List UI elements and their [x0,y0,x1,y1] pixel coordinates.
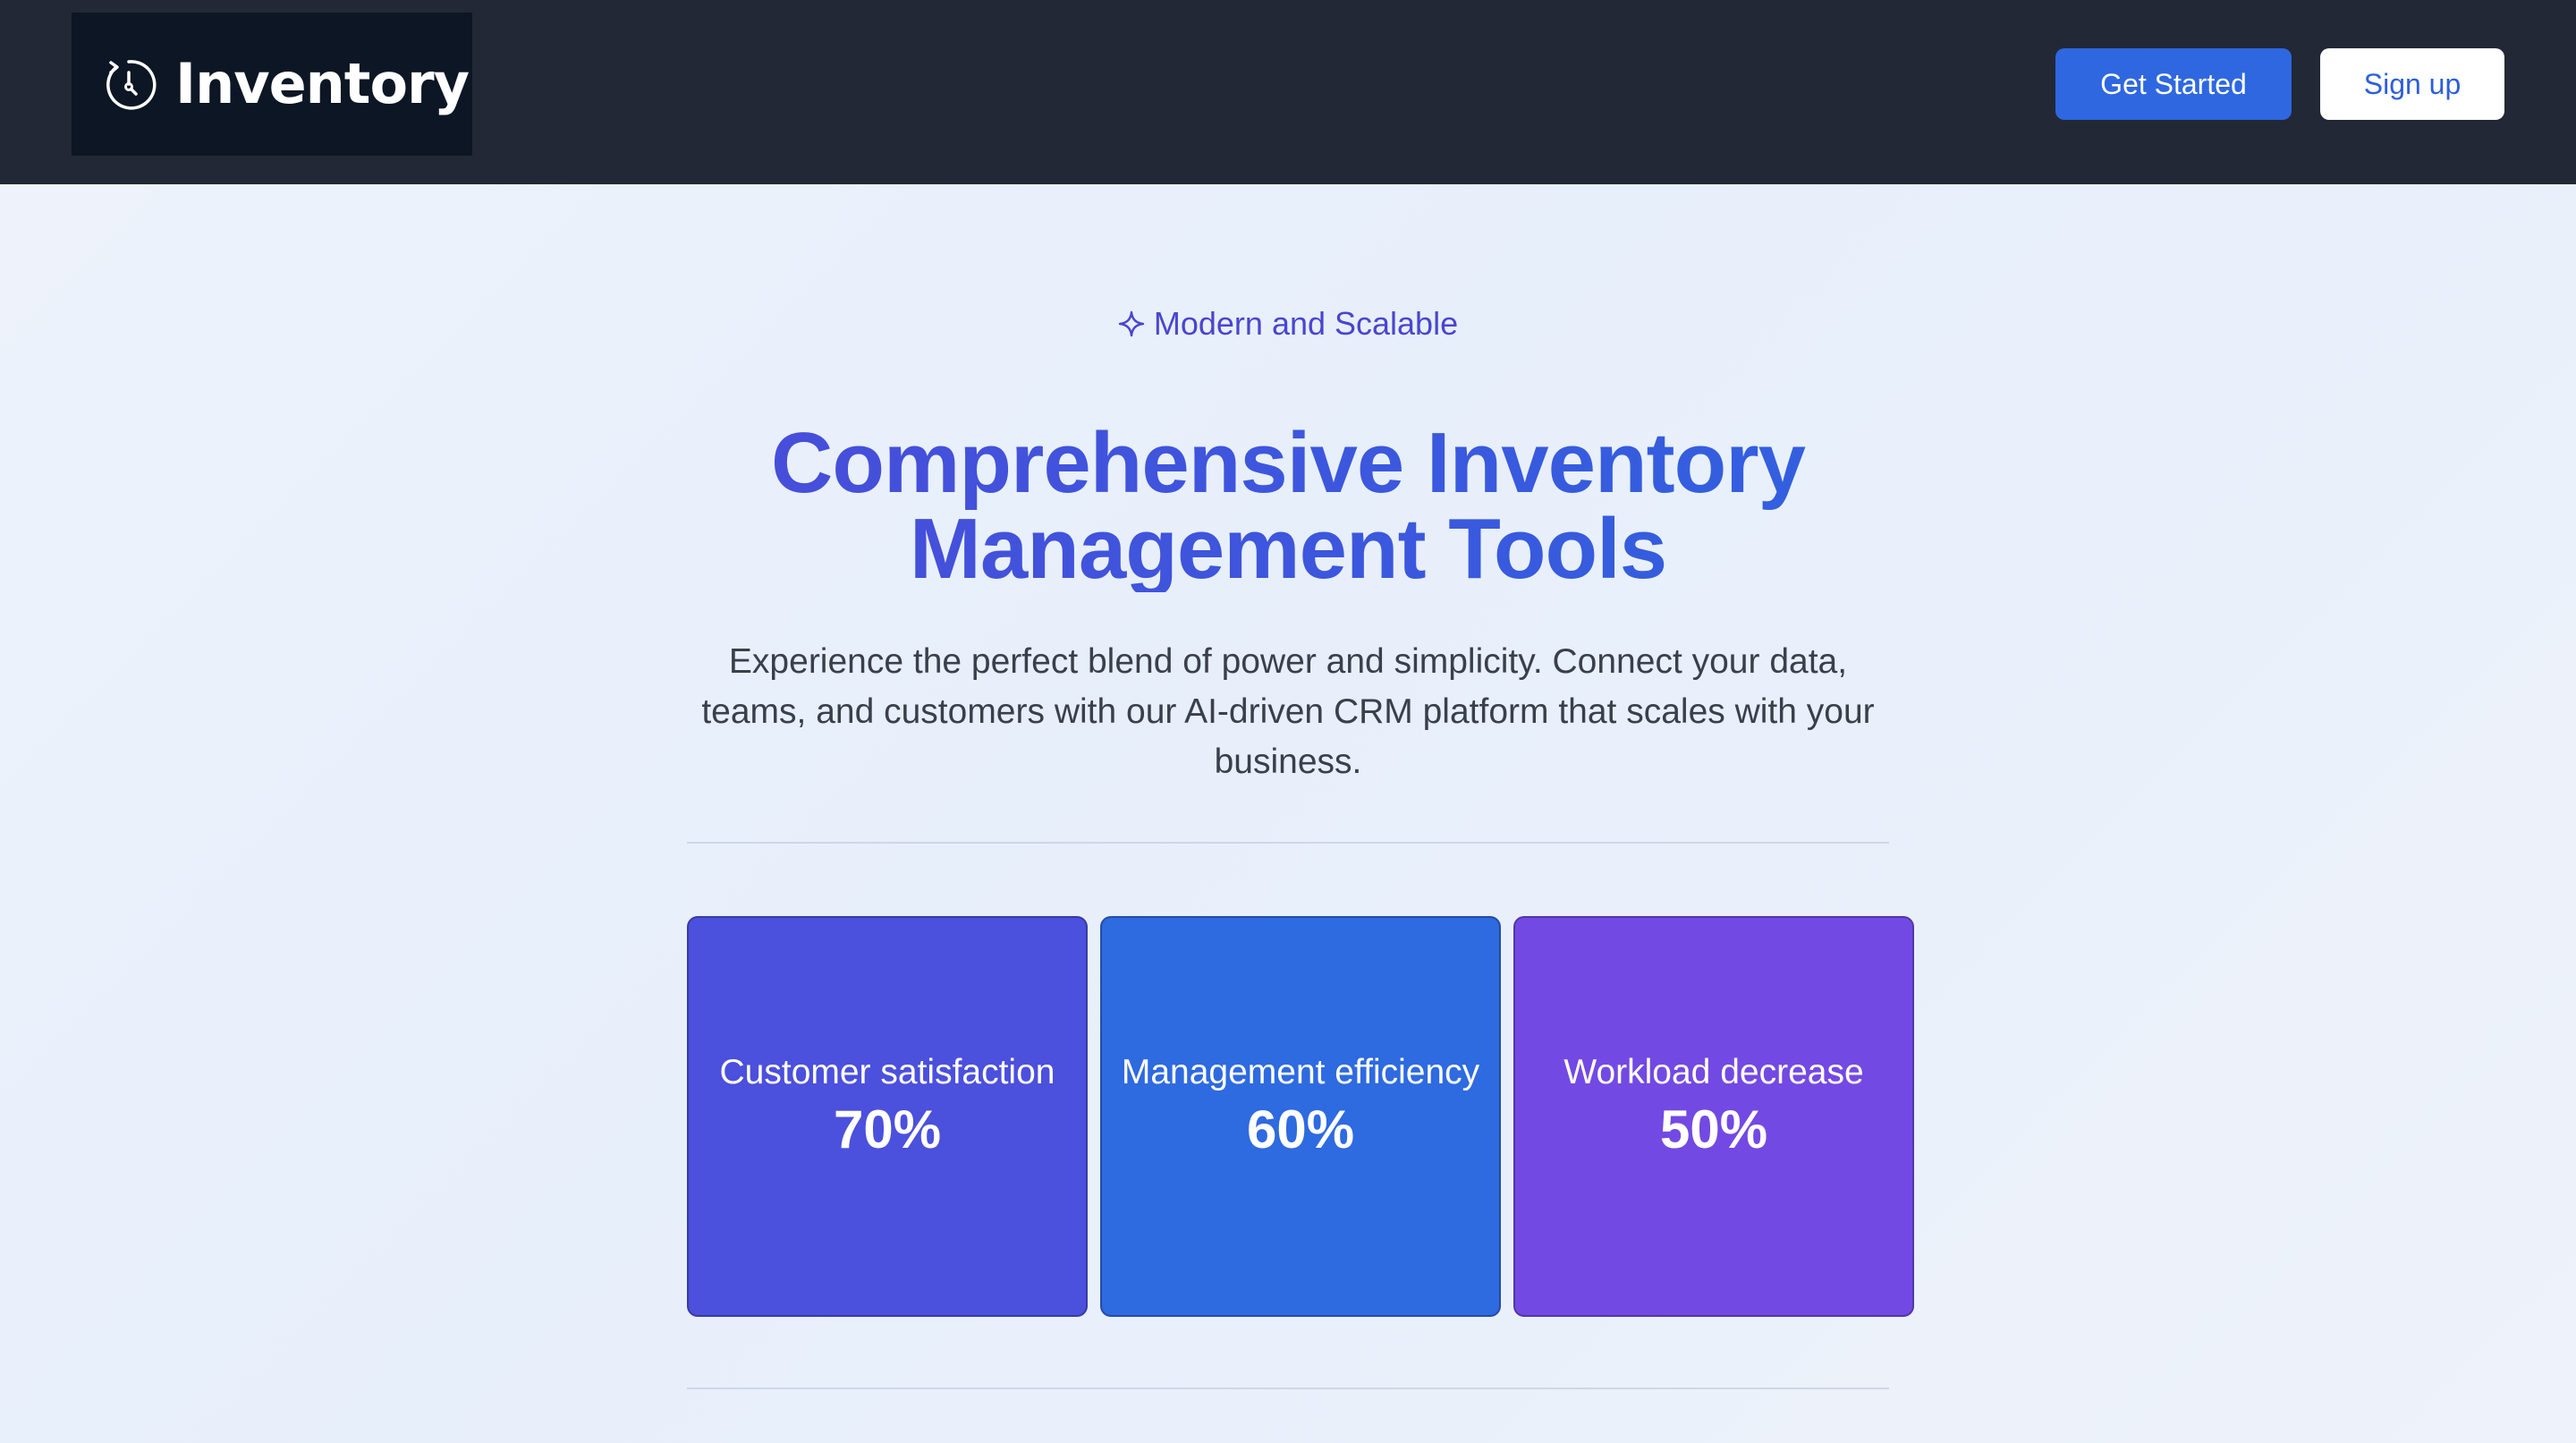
stat-value: 60% [1246,1099,1355,1159]
divider [687,842,1889,844]
get-started-button[interactable]: Get Started [2055,48,2292,120]
stat-card-management-efficiency: Management efficiency 60% [1100,916,1501,1317]
stat-label: Management efficiency [1121,1053,1480,1091]
hero-eyebrow-text: Modern and Scalable [1153,305,1459,342]
sparkle-icon [1118,310,1145,337]
stat-card-customer-satisfaction: Customer satisfaction 70% [687,916,1088,1317]
hero-title-line-1: Comprehensive Inventory [771,415,1805,511]
top-navigation-bar: Inventory Get Started Sign up [0,0,2576,184]
hero-title-line-2: Management Tools [909,501,1667,597]
hero-title: Comprehensive Inventory Management Tools [572,420,2004,592]
divider [687,1388,1889,1389]
hero-eyebrow: Modern and Scalable [0,302,2576,345]
stat-label: Workload decrease [1563,1053,1864,1091]
stopwatch-icon [106,60,157,110]
stat-label: Customer satisfaction [719,1053,1055,1091]
brand-logo-link[interactable]: Inventory [72,13,472,156]
stat-value: 50% [1659,1099,1768,1159]
hero-subtitle: Experience the perfect blend of power an… [701,642,1875,781]
stat-card-workload-decrease: Workload decrease 50% [1513,916,1914,1317]
stats-cards: Customer satisfaction 70% Management eff… [687,916,1914,1317]
brand-name: Inventory [175,51,470,116]
stat-value: 70% [833,1099,942,1159]
sign-up-button[interactable]: Sign up [2320,48,2504,120]
